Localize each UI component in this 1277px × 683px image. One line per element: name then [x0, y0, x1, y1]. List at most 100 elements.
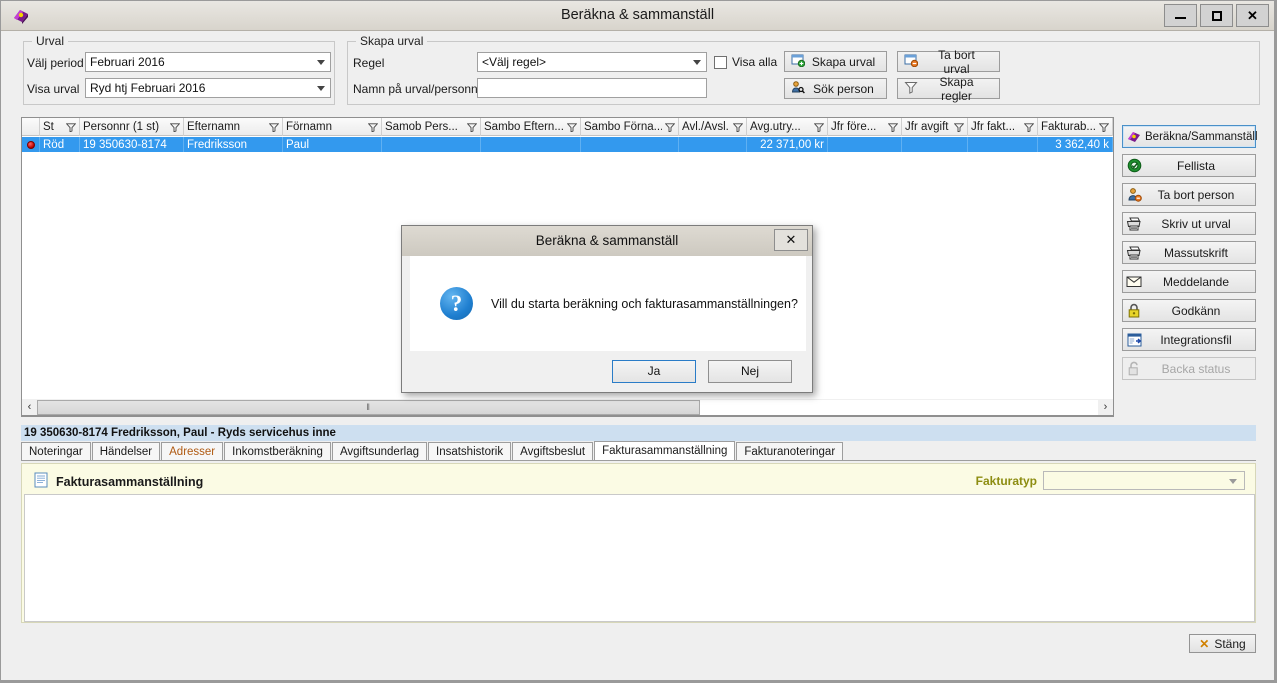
sidebar-label-meddelande: Meddelande	[1162, 274, 1230, 289]
remove-person-icon	[1123, 187, 1145, 202]
skapa-regler-button[interactable]: Skapa regler	[897, 75, 1000, 103]
detail-tabstrip[interactable]: Noteringar Händelser Adresser Inkomstberäkn…	[21, 441, 1256, 461]
sidebar-item-integrationsfil[interactable]: Integrationsfil	[1122, 328, 1256, 351]
dialog-title-bar: Beräkna & sammanställ ✕	[402, 226, 812, 256]
sidebar-label-integrationsfil: Integrationsfil	[1160, 332, 1232, 347]
grid-column-header[interactable]: Jfr avgift	[902, 118, 968, 136]
grid-column-header[interactable]: Sambo Förna...	[581, 118, 679, 136]
tab-label: Inkomstberäkning	[232, 445, 323, 458]
grid-column-label: St	[43, 121, 54, 133]
sidebar-item-meddelande[interactable]: Meddelande	[1122, 270, 1256, 293]
dialog-yes-button[interactable]: Ja	[612, 359, 696, 383]
namn-input[interactable]	[477, 78, 707, 98]
grid-column-header[interactable]: St	[40, 118, 80, 136]
tab-label: Fakturanoteringar	[744, 445, 836, 458]
grid-column-header[interactable]: Sambo Eftern...	[481, 118, 581, 136]
tab-adresser[interactable]: Adresser	[161, 442, 224, 460]
sok-person-label: Sök person	[813, 81, 874, 96]
tab-inkomstber-kning[interactable]: Inkomstberäkning	[224, 442, 331, 460]
table-row[interactable]: Röd 19 350630-8174 Fredriksson Paul 22 371,0…	[22, 137, 1113, 152]
scrollbar-track[interactable]: ‖	[37, 399, 1098, 415]
tab-fakturasammanst-llning[interactable]: Fakturasammanställning	[594, 441, 736, 460]
skapa-regler-label: Skapa regler	[939, 74, 974, 103]
dialog-title: Beräkna & sammanställ	[535, 233, 679, 248]
grid-cell[interactable]	[902, 137, 968, 152]
grid-cell[interactable]	[481, 137, 581, 152]
filter-funnel-icon	[888, 122, 898, 132]
close-button[interactable]: ✕	[1236, 4, 1269, 27]
filter-funnel-icon	[567, 122, 577, 132]
scroll-right-arrow-icon[interactable]: ›	[1098, 400, 1113, 415]
confirm-dialog: Beräkna & sammanställ ✕ ? Vill du starta…	[401, 225, 813, 393]
grid-cell[interactable]	[679, 137, 747, 152]
grid-column-header[interactable]: Jfr före...	[828, 118, 902, 136]
sok-person-button[interactable]: Sök person	[784, 78, 887, 99]
scroll-left-arrow-icon[interactable]: ‹	[22, 400, 37, 415]
grid-column-header[interactable]: Efternamn	[184, 118, 283, 136]
tab-avgiftsunderlag[interactable]: Avgiftsunderlag	[331, 442, 427, 460]
ta-bort-urval-button[interactable]: Ta bort urval	[897, 48, 1000, 76]
grid-cell[interactable]: 3 362,40 k	[1038, 137, 1113, 152]
grid-column-header[interactable]	[22, 118, 40, 136]
panel-title-row: Fakturasammanställning	[34, 472, 203, 491]
tab-avgiftsbeslut[interactable]: Avgiftsbeslut	[512, 442, 594, 460]
sidebar-item-massutskrift[interactable]: Massutskrift	[1122, 241, 1256, 264]
sidebar-item-berakna[interactable]: Beräkna/Sammanställ	[1122, 125, 1258, 148]
window-controls: ✕	[1164, 4, 1269, 27]
grid-horizontal-scrollbar[interactable]: ‹ ‖ ›	[21, 399, 1114, 416]
sidebar-item-ta-bort-person[interactable]: Ta bort person	[1122, 183, 1256, 206]
stang-label: Stäng	[1214, 636, 1246, 651]
filter-funnel-icon	[368, 122, 378, 132]
scrollbar-thumb[interactable]: ‖	[37, 399, 701, 415]
grid-cell[interactable]	[828, 137, 902, 152]
envelope-icon	[1123, 275, 1145, 288]
sidebar-item-fellista[interactable]: Fellista	[1122, 154, 1256, 177]
grid-column-header[interactable]: Fakturab...	[1038, 118, 1113, 136]
window-title: Beräkna & sammanställ	[560, 7, 715, 23]
grid-cell[interactable]	[968, 137, 1038, 152]
grid-cell[interactable]	[22, 137, 40, 152]
grid-column-header[interactable]: Förnamn	[283, 118, 382, 136]
grid-cell[interactable]: Paul	[283, 137, 382, 152]
maximize-button[interactable]	[1200, 4, 1233, 27]
tab-label: Avgiftsunderlag	[339, 445, 419, 458]
tab-insatshistorik[interactable]: Insatshistorik	[428, 442, 512, 460]
regel-label: Regel	[353, 56, 385, 70]
grid-column-label: Avg.utry...	[750, 121, 801, 133]
sidebar-item-backa-status: Backa status	[1122, 357, 1256, 380]
grid-column-header[interactable]: Samob Pers...	[382, 118, 481, 136]
grid-column-header[interactable]: Personnr (1 st)	[80, 118, 184, 136]
grid-column-header[interactable]: Jfr fakt...	[968, 118, 1038, 136]
ta-bort-urval-label: Ta bort urval	[938, 47, 975, 76]
dialog-no-button[interactable]: Nej	[708, 359, 792, 383]
grid-cell[interactable]: Fredriksson	[184, 137, 283, 152]
grid-column-header[interactable]: Avg.utry...	[747, 118, 828, 136]
grid-cell[interactable]: Röd	[40, 137, 80, 152]
dialog-message: Vill du starta beräkning och fakturasamm…	[491, 296, 798, 311]
skapa-urval-button[interactable]: Skapa urval	[784, 51, 887, 72]
grid-column-header[interactable]: Avl./Avsl.	[679, 118, 747, 136]
regel-select[interactable]: <Välj regel>	[477, 52, 707, 72]
sidebar-label-berakna: Beräkna/Sammanställ	[1145, 130, 1258, 143]
fakturatyp-select[interactable]	[1043, 471, 1245, 490]
visa-urval-label: Visa urval	[27, 82, 80, 96]
app-window: Beräkna & sammanställ ✕ Urval Välj perio…	[0, 0, 1277, 683]
stang-button[interactable]: ✕ Stäng	[1189, 634, 1256, 653]
tab-h-ndelser[interactable]: Händelser	[91, 442, 161, 460]
tab-noteringar[interactable]: Noteringar	[21, 442, 91, 460]
urval-legend: Urval	[32, 34, 69, 48]
visa-urval-select[interactable]: Ryd htj Februari 2016	[85, 78, 331, 98]
grid-cell[interactable]: 19 350630-8174	[80, 137, 184, 152]
sidebar-item-godkann[interactable]: Godkänn	[1122, 299, 1256, 322]
tab-fakturanoteringar[interactable]: Fakturanoteringar	[736, 442, 844, 460]
dialog-close-button[interactable]: ✕	[774, 229, 808, 251]
visa-alla-checkbox[interactable]: Visa alla	[714, 55, 777, 69]
tab-label: Avgiftsbeslut	[520, 445, 586, 458]
sidebar-item-skriv-ut-urval[interactable]: Skriv ut urval	[1122, 212, 1256, 235]
new-selection-icon	[791, 53, 806, 70]
period-select[interactable]: Februari 2016	[85, 52, 331, 72]
grid-cell[interactable]	[382, 137, 481, 152]
minimize-button[interactable]	[1164, 4, 1197, 27]
grid-cell[interactable]: 22 371,00 kr	[747, 137, 828, 152]
grid-cell[interactable]	[581, 137, 679, 152]
